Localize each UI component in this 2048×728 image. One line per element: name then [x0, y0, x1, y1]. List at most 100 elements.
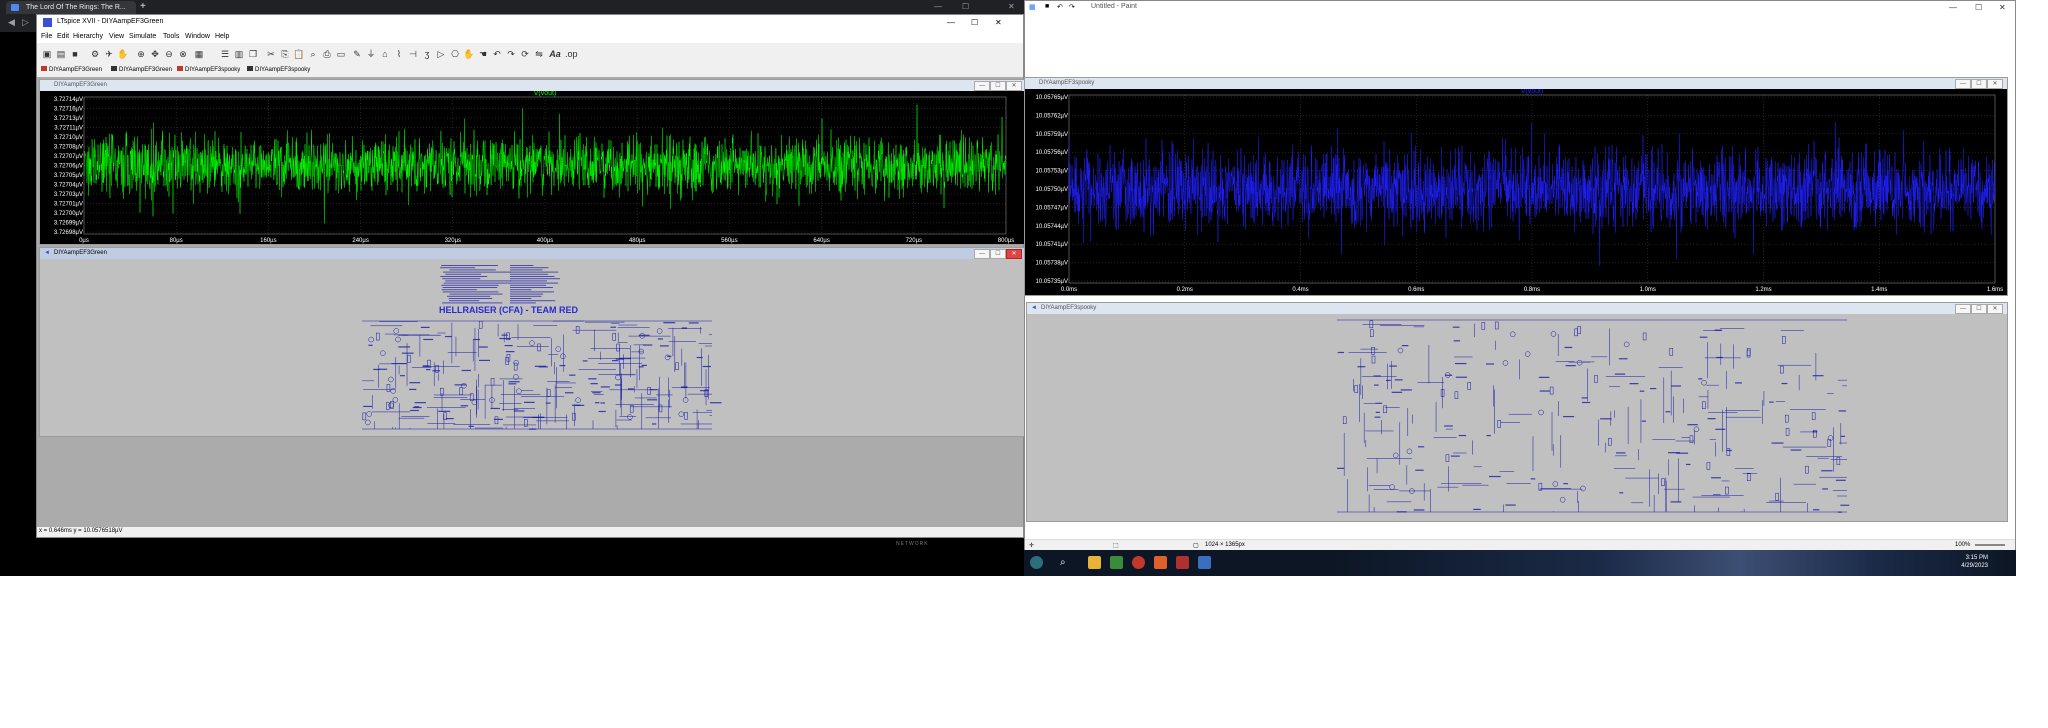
- menu-tools[interactable]: Tools: [163, 33, 179, 40]
- y-tick-label: 3.72713µV: [54, 116, 83, 122]
- menu-hierarchy[interactable]: Hierarchy: [73, 33, 103, 40]
- paint-undo-icon[interactable]: ↶: [1057, 3, 1063, 11]
- redo-icon[interactable]: ↷: [505, 48, 517, 60]
- child-minimize-button[interactable]: —: [1955, 79, 1971, 89]
- schematic-window-green[interactable]: ◄ DIYAampEF3Green — ☐ ✕ HELLRAISER (CFA)…: [39, 247, 1027, 437]
- child-minimize-button[interactable]: —: [974, 81, 990, 91]
- child-maximize-button[interactable]: ☐: [1971, 79, 1987, 89]
- undo-icon[interactable]: ↶: [491, 48, 503, 60]
- browser-minimize-button[interactable]: —: [934, 2, 942, 11]
- child-close-button[interactable]: ✕: [1987, 304, 2003, 314]
- doc-tab[interactable]: DIYAampEF3Green: [41, 66, 102, 73]
- mirror-icon[interactable]: ⇋: [533, 48, 545, 60]
- trace-label[interactable]: V(vout): [534, 90, 557, 97]
- rotate-icon[interactable]: ⟳: [519, 48, 531, 60]
- print-icon[interactable]: ⎙: [321, 48, 333, 60]
- component-icon[interactable]: ⎔: [449, 48, 461, 60]
- browser-tab[interactable]: The Lord Of The Rings: The R...: [6, 1, 136, 14]
- taskbar-clock[interactable]: 3:15 PM 4/29/2023: [1961, 554, 1988, 570]
- start-icon[interactable]: [1030, 556, 1043, 569]
- paint-save-icon[interactable]: ■: [1045, 3, 1049, 10]
- file-explorer-icon[interactable]: [1088, 556, 1101, 569]
- schematic-canvas-green[interactable]: HELLRAISER (CFA) - TEAM RED: [40, 259, 1026, 436]
- open-schematic-icon[interactable]: ▣: [41, 48, 53, 60]
- drag-icon[interactable]: ☚: [477, 48, 489, 60]
- trace-label[interactable]: V(vout): [1521, 88, 1544, 95]
- zoom-slider[interactable]: [1975, 544, 2005, 546]
- child-maximize-button[interactable]: ☐: [990, 81, 1006, 91]
- capacitor-icon[interactable]: ⊣: [407, 48, 419, 60]
- cut-icon[interactable]: ✂: [265, 48, 277, 60]
- paint-taskbar-icon[interactable]: [1198, 556, 1211, 569]
- draw-wire-icon[interactable]: ✎: [351, 48, 363, 60]
- schematic-window-blue[interactable]: ◄ DIYAampEF3spooky — ☐ ✕: [1026, 302, 2008, 522]
- paint-redo-icon[interactable]: ↷: [1069, 3, 1075, 11]
- browser-close-button[interactable]: ✕: [1008, 2, 1015, 11]
- paint-minimize-button[interactable]: —: [1949, 3, 1957, 12]
- doc-tab[interactable]: DIYAampEF3Green: [111, 66, 172, 73]
- print-preview-icon[interactable]: ▭: [335, 48, 347, 60]
- text-icon[interactable]: Aa: [549, 48, 561, 60]
- menu-edit[interactable]: Edit: [57, 33, 69, 40]
- doc-tab[interactable]: DIYAampEF3spooky: [247, 66, 310, 73]
- waveform-plot-green[interactable]: V(vout) 3.72714µV 3.72716µV 3.72713µV 3.7271…: [40, 90, 1026, 244]
- menu-simulate[interactable]: Simulate: [129, 33, 156, 40]
- back-arrow-icon[interactable]: ◀: [8, 17, 15, 28]
- open-folder-icon[interactable]: ▤: [55, 48, 67, 60]
- forward-arrow-icon[interactable]: ▷: [22, 17, 29, 28]
- zoom-fit-icon[interactable]: ⊗: [177, 48, 189, 60]
- save-icon[interactable]: ■: [69, 48, 81, 60]
- child-maximize-button[interactable]: ☐: [1971, 304, 1987, 314]
- diode-icon[interactable]: ▷: [435, 48, 447, 60]
- spice-directive-text: [510, 287, 553, 288]
- opera-icon[interactable]: [1132, 556, 1145, 569]
- find-icon[interactable]: ⌕: [307, 48, 319, 60]
- new-tab-button[interactable]: +: [140, 1, 146, 13]
- paint-close-button[interactable]: ✕: [1999, 3, 2006, 12]
- zoom-out-icon[interactable]: ⊖: [163, 48, 175, 60]
- child-minimize-button[interactable]: —: [1955, 304, 1971, 314]
- resistor-icon[interactable]: ⌇: [393, 48, 405, 60]
- menu-view[interactable]: View: [109, 33, 124, 40]
- inductor-icon[interactable]: ʒ: [421, 48, 433, 60]
- doc-tab[interactable]: DIYAampEF3spooky: [177, 66, 240, 73]
- app-icon[interactable]: [1110, 556, 1123, 569]
- cascade-icon[interactable]: ❐: [247, 48, 259, 60]
- ltspice-minimize-button[interactable]: —: [947, 18, 955, 27]
- child-minimize-button[interactable]: —: [974, 249, 990, 259]
- brave-icon[interactable]: [1154, 556, 1167, 569]
- browser-maximize-button[interactable]: ☐: [962, 2, 969, 11]
- tile-horizontal-icon[interactable]: ☰: [219, 48, 231, 60]
- move-icon[interactable]: ✋: [463, 48, 475, 60]
- child-close-button[interactable]: ✕: [1006, 81, 1022, 91]
- child-close-button[interactable]: ✕: [1006, 249, 1022, 259]
- menu-file[interactable]: File: [41, 33, 52, 40]
- waveform-window-green[interactable]: DIYAampEF3Green — ☐ ✕ V(vout) 3.72714µV 3.…: [39, 79, 1027, 245]
- waveform-plot-blue[interactable]: V(vout) 10.05765µV 10.05762µV 10.05759µV 10.…: [1025, 88, 2007, 295]
- menu-help[interactable]: Help: [215, 33, 229, 40]
- pan-icon[interactable]: ✥: [149, 48, 161, 60]
- control-panel-icon[interactable]: ⚙: [89, 48, 101, 60]
- label-net-icon[interactable]: ⌂: [379, 48, 391, 60]
- tile-vertical-icon[interactable]: ▥: [233, 48, 245, 60]
- ground-icon[interactable]: ⏚: [365, 48, 377, 60]
- plot-area-blue[interactable]: V(vout) 10.05765µV 10.05762µV 10.05759µV 10.…: [1025, 88, 2007, 295]
- child-maximize-button[interactable]: ☐: [990, 249, 1006, 259]
- ltspice-close-button[interactable]: ✕: [995, 18, 1002, 27]
- zoom-in-icon[interactable]: ⊕: [135, 48, 147, 60]
- paste-icon[interactable]: 📋: [293, 48, 305, 60]
- spice-directive-icon[interactable]: .op: [565, 48, 578, 60]
- ltspice-taskbar-icon[interactable]: [1176, 556, 1189, 569]
- paint-maximize-button[interactable]: ☐: [1975, 3, 1982, 12]
- menu-window[interactable]: Window: [185, 33, 210, 40]
- ltspice-maximize-button[interactable]: ☐: [971, 18, 978, 27]
- waveform-window-blue[interactable]: DIYAampEF3spooky — ☐ ✕ V(vout) 10.05765µV…: [1024, 77, 2008, 296]
- search-icon[interactable]: ⌕: [1060, 556, 1073, 569]
- schematic-canvas-blue[interactable]: [1027, 314, 2007, 521]
- plot-area-green[interactable]: V(vout) 3.72714µV 3.72716µV 3.72713µV 3.7271…: [40, 90, 1026, 244]
- child-close-button[interactable]: ✕: [1987, 79, 2003, 89]
- autorange-icon[interactable]: ▦: [193, 48, 205, 60]
- halt-icon[interactable]: ✋: [117, 48, 129, 60]
- run-icon[interactable]: ✈: [103, 48, 115, 60]
- copy-icon[interactable]: ⎘: [279, 48, 291, 60]
